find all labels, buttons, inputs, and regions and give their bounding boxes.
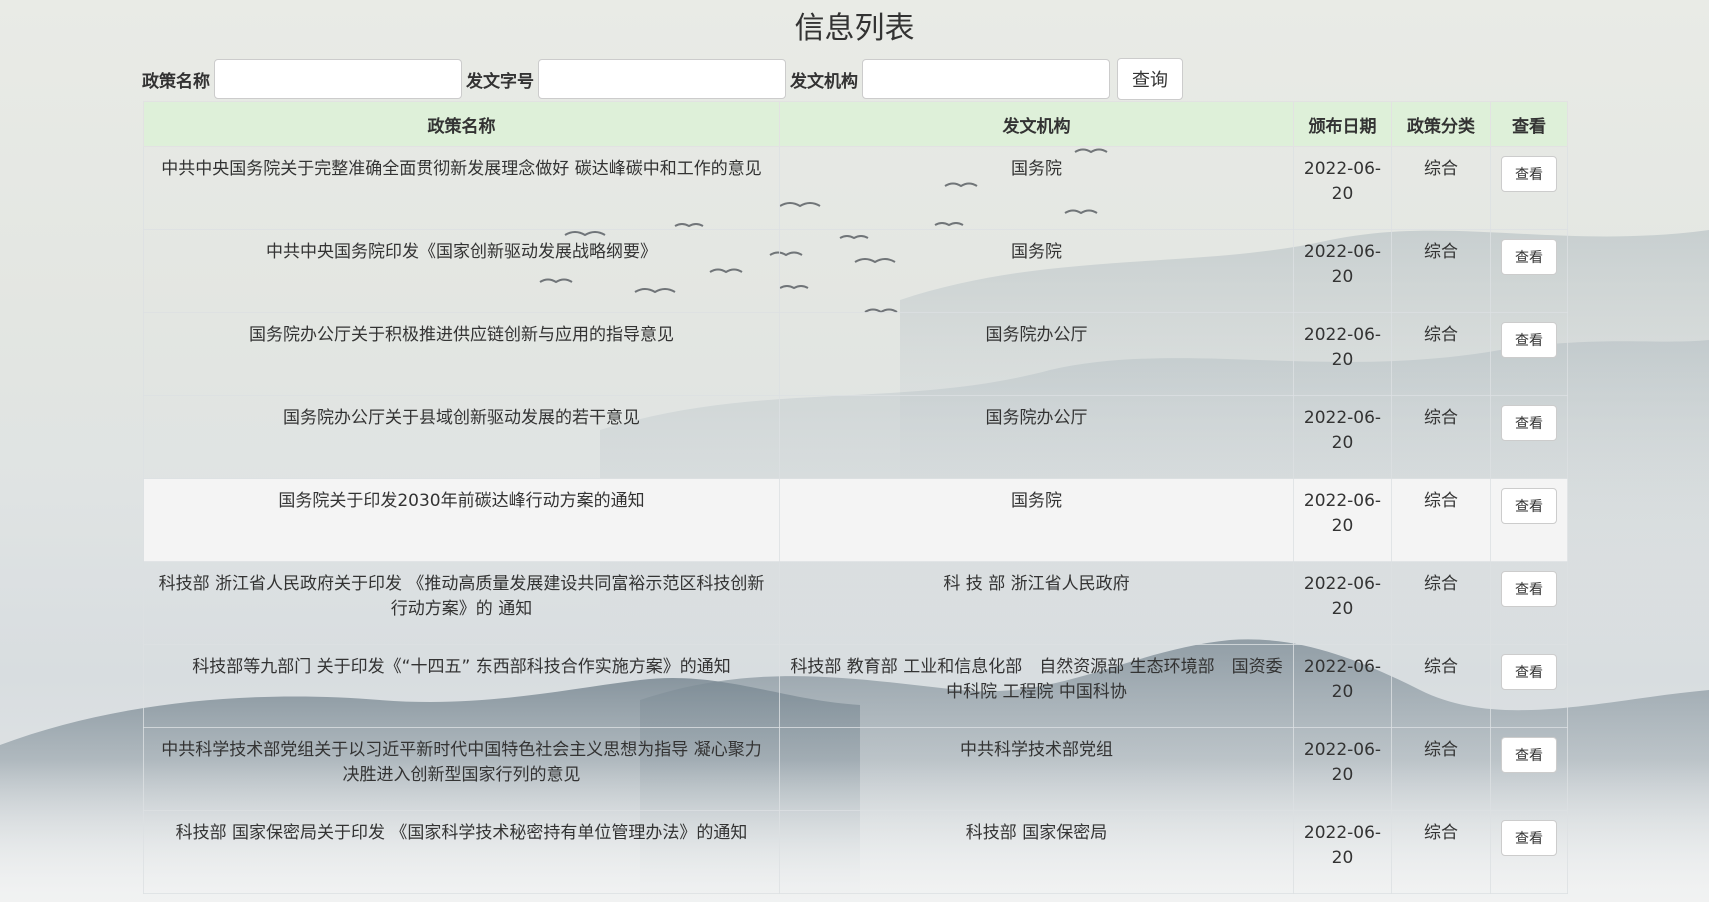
issuer-input[interactable] (862, 59, 1110, 99)
view-button[interactable]: 查看 (1501, 405, 1557, 441)
info-table: 政策名称 发文机构 颁布日期 政策分类 查看 中共中央国务院关于完整准确全面贯彻… (143, 101, 1568, 894)
policy-name-label: 政策名称 (142, 71, 210, 92)
cell-policy-name: 中共中央国务院印发《国家创新驱动发展战略纲要》 (143, 229, 780, 313)
doc-number-label: 发文字号 (466, 71, 534, 92)
view-button[interactable]: 查看 (1501, 322, 1557, 358)
cell-date: 2022-06-20 (1293, 561, 1392, 645)
cell-date: 2022-06-20 (1293, 810, 1392, 894)
cell-view: 查看 (1490, 810, 1568, 894)
info-table-container: 政策名称 发文机构 颁布日期 政策分类 查看 中共中央国务院关于完整准确全面贯彻… (143, 101, 1568, 894)
cell-policy-name: 中共中央国务院关于完整准确全面贯彻新发展理念做好 碳达峰碳中和工作的意见 (143, 146, 780, 230)
cell-date: 2022-06-20 (1293, 478, 1392, 562)
cell-view: 查看 (1490, 312, 1568, 396)
table-header-row: 政策名称 发文机构 颁布日期 政策分类 查看 (143, 101, 1568, 147)
cell-issuer: 科 技 部 浙江省人民政府 (779, 561, 1294, 645)
cell-date: 2022-06-20 (1293, 644, 1392, 728)
cell-view: 查看 (1490, 395, 1568, 479)
cell-policy-name: 科技部 国家保密局关于印发 《国家科学技术秘密持有单位管理办法》的通知 (143, 810, 780, 894)
cell-issuer: 科技部 教育部 工业和信息化部 自然资源部 生态环境部 国资委 中科院 工程院 … (779, 644, 1294, 728)
view-button[interactable]: 查看 (1501, 239, 1557, 275)
table-row-hovered: 国务院关于印发2030年前碳达峰行动方案的通知 国务院 2022-06-20 综… (143, 478, 1568, 562)
view-button[interactable]: 查看 (1501, 488, 1557, 524)
cell-policy-name: 中共科学技术部党组关于以习近平新时代中国特色社会主义思想为指导 凝心聚力 决胜进… (143, 727, 780, 811)
cell-date: 2022-06-20 (1293, 312, 1392, 396)
cell-issuer: 中共科学技术部党组 (779, 727, 1294, 811)
cell-category: 综合 (1391, 644, 1491, 728)
search-bar: 政策名称 发文字号 发文机构 查询 (142, 58, 1183, 100)
table-row: 科技部 浙江省人民政府关于印发 《推动高质量发展建设共同富裕示范区科技创新行动方… (143, 561, 1568, 645)
cell-date: 2022-06-20 (1293, 727, 1392, 811)
cell-policy-name: 科技部等九部门 关于印发《“十四五” 东西部科技合作实施方案》的通知 (143, 644, 780, 728)
table-row: 科技部等九部门 关于印发《“十四五” 东西部科技合作实施方案》的通知 科技部 教… (143, 644, 1568, 728)
cell-category: 综合 (1391, 395, 1491, 479)
table-row: 中共科学技术部党组关于以习近平新时代中国特色社会主义思想为指导 凝心聚力 决胜进… (143, 727, 1568, 811)
cell-policy-name: 国务院办公厅关于县域创新驱动发展的若干意见 (143, 395, 780, 479)
cell-issuer: 国务院办公厅 (779, 312, 1294, 396)
table-row: 中共中央国务院印发《国家创新驱动发展战略纲要》 国务院 2022-06-20 综… (143, 229, 1568, 313)
cell-view: 查看 (1490, 146, 1568, 230)
view-button[interactable]: 查看 (1501, 654, 1557, 690)
cell-policy-name: 国务院办公厅关于积极推进供应链创新与应用的指导意见 (143, 312, 780, 396)
cell-category: 综合 (1391, 561, 1491, 645)
search-button[interactable]: 查询 (1117, 58, 1183, 100)
page-title: 信息列表 (794, 11, 915, 46)
cell-category: 综合 (1391, 312, 1491, 396)
cell-view: 查看 (1490, 229, 1568, 313)
cell-category: 综合 (1391, 810, 1491, 894)
column-header-date: 颁布日期 (1293, 101, 1392, 147)
cell-issuer: 国务院办公厅 (779, 395, 1294, 479)
cell-view: 查看 (1490, 561, 1568, 645)
cell-category: 综合 (1391, 478, 1491, 562)
cell-policy-name: 国务院关于印发2030年前碳达峰行动方案的通知 (143, 478, 780, 562)
cell-date: 2022-06-20 (1293, 146, 1392, 230)
view-button[interactable]: 查看 (1501, 571, 1557, 607)
cell-issuer: 科技部 国家保密局 (779, 810, 1294, 894)
table-row: 国务院办公厅关于积极推进供应链创新与应用的指导意见 国务院办公厅 2022-06… (143, 312, 1568, 396)
view-button[interactable]: 查看 (1501, 156, 1557, 192)
view-button[interactable]: 查看 (1501, 737, 1557, 773)
table-row: 国务院办公厅关于县域创新驱动发展的若干意见 国务院办公厅 2022-06-20 … (143, 395, 1568, 479)
table-row: 中共中央国务院关于完整准确全面贯彻新发展理念做好 碳达峰碳中和工作的意见 国务院… (143, 146, 1568, 230)
cell-category: 综合 (1391, 727, 1491, 811)
column-header-policy-name: 政策名称 (143, 101, 780, 147)
cell-issuer: 国务院 (779, 229, 1294, 313)
cell-category: 综合 (1391, 229, 1491, 313)
column-header-issuer: 发文机构 (779, 101, 1294, 147)
doc-number-input[interactable] (538, 59, 786, 99)
cell-view: 查看 (1490, 644, 1568, 728)
cell-date: 2022-06-20 (1293, 229, 1392, 313)
cell-date: 2022-06-20 (1293, 395, 1392, 479)
column-header-view: 查看 (1490, 101, 1568, 147)
cell-issuer: 国务院 (779, 146, 1294, 230)
cell-category: 综合 (1391, 146, 1491, 230)
table-row: 科技部 国家保密局关于印发 《国家科学技术秘密持有单位管理办法》的通知 科技部 … (143, 810, 1568, 894)
view-button[interactable]: 查看 (1501, 820, 1557, 856)
cell-policy-name: 科技部 浙江省人民政府关于印发 《推动高质量发展建设共同富裕示范区科技创新行动方… (143, 561, 780, 645)
policy-name-input[interactable] (214, 59, 462, 99)
cell-issuer: 国务院 (779, 478, 1294, 562)
cell-view: 查看 (1490, 727, 1568, 811)
column-header-category: 政策分类 (1391, 101, 1491, 147)
issuer-label: 发文机构 (790, 71, 858, 92)
cell-view: 查看 (1490, 478, 1568, 562)
